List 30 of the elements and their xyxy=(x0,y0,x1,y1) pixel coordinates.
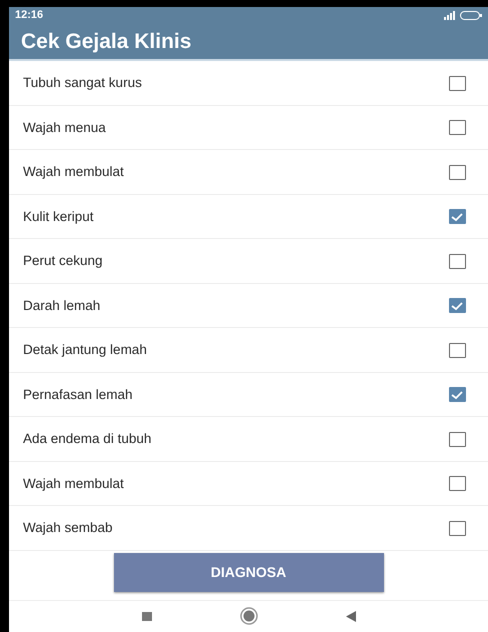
symptom-label: Wajah sembab xyxy=(23,519,113,538)
checkbox[interactable] xyxy=(449,254,466,269)
symptom-label: Detak jantung lemah xyxy=(23,341,147,360)
symptom-label: Ada endema di tubuh xyxy=(23,430,152,448)
recent-apps-icon[interactable] xyxy=(142,612,152,621)
diagnose-button[interactable]: DIAGNOSA xyxy=(114,552,384,592)
checkbox[interactable] xyxy=(449,209,466,224)
checkbox[interactable] xyxy=(449,476,466,492)
symptom-label: Wajah membulat xyxy=(23,474,124,493)
symptom-label: Wajah membulat xyxy=(23,163,124,182)
checkbox[interactable] xyxy=(449,298,466,314)
symptom-label: Perut cekung xyxy=(23,252,103,270)
checkbox[interactable] xyxy=(449,342,466,358)
checkbox[interactable] xyxy=(449,120,466,136)
checkbox[interactable] xyxy=(449,164,466,180)
signal-icon xyxy=(444,10,456,20)
symptom-label: Kulit keriput xyxy=(23,208,94,226)
symptom-label: Pernafasan lemah xyxy=(23,386,133,404)
app-title: Cek Gejala Klinis xyxy=(21,28,192,55)
checkbox[interactable] xyxy=(449,387,466,402)
checkbox[interactable] xyxy=(449,432,466,447)
symptom-label: Darah lemah xyxy=(23,296,100,315)
symptom-label: Wajah menua xyxy=(23,118,106,137)
symptom-label: Tubuh sangat kurus xyxy=(23,74,142,92)
checkbox[interactable] xyxy=(449,520,466,536)
back-icon[interactable] xyxy=(346,610,356,622)
clock-time: 12:16 xyxy=(15,8,44,24)
battery-icon xyxy=(460,10,482,20)
home-icon[interactable] xyxy=(240,607,258,626)
checkbox[interactable] xyxy=(449,76,466,91)
